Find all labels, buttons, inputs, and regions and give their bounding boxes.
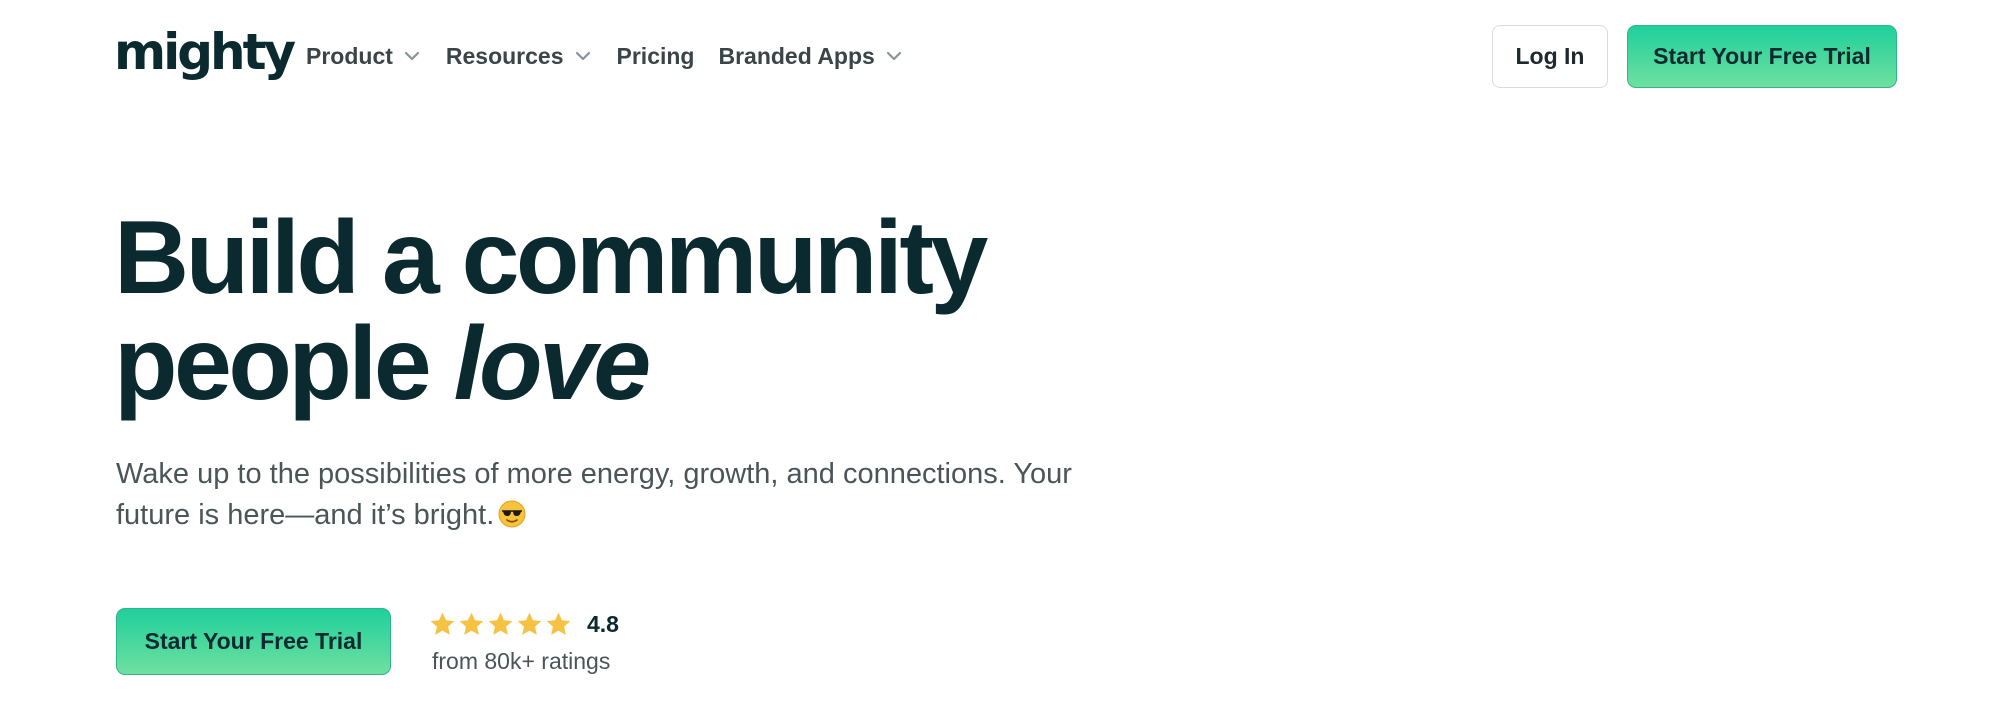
hero-title-line-1: Build a community (114, 200, 988, 316)
star-icon (517, 612, 542, 635)
main-nav: Product Resources Pricing Branded Apps (306, 38, 928, 74)
nav-item-label: Branded Apps (718, 42, 875, 69)
star-icon (488, 612, 513, 635)
hero-title: Build a community people love (114, 200, 988, 417)
nav-item-label: Resources (445, 42, 564, 69)
hero-free-trial-button[interactable]: Start Your Free Trial (116, 608, 391, 675)
star-icon (459, 612, 484, 635)
star-icon (546, 612, 571, 635)
rating-count: from 80k+ ratings (432, 648, 611, 674)
chevron-down-icon (575, 51, 590, 61)
nav-item-product[interactable]: Product (306, 43, 422, 70)
nav-item-resources[interactable]: Resources (446, 43, 593, 70)
star-icon (430, 612, 455, 635)
mighty-logo[interactable]: mighty (114, 22, 296, 82)
rating-value: 4.8 (587, 610, 619, 637)
nav-item-label: Pricing (616, 42, 695, 69)
hero-title-italic: love (453, 306, 652, 422)
sunglasses-face-icon (498, 500, 526, 528)
rating-stars-row: 4.8 (428, 608, 619, 640)
nav-item-branded-apps[interactable]: Branded Apps (718, 43, 903, 70)
hero-subtitle: Wake up to the possibilities of more ene… (116, 454, 1146, 536)
hero-subtitle-text: Wake up to the possibilities of more ene… (116, 458, 1072, 531)
hero-title-plain: people (114, 306, 454, 422)
chevron-down-icon (886, 51, 901, 61)
rating-block: 4.8 from 80k+ ratings (428, 608, 619, 675)
hero-title-line-2: people love (114, 311, 985, 417)
nav-item-label: Product (306, 42, 393, 69)
chevron-down-icon (404, 51, 419, 61)
site-header: mighty Product Resources Pricing Branded… (0, 0, 2000, 114)
login-button[interactable]: Log In (1492, 25, 1608, 88)
nav-item-pricing[interactable]: Pricing (617, 43, 695, 70)
header-free-trial-button[interactable]: Start Your Free Trial (1627, 25, 1897, 88)
